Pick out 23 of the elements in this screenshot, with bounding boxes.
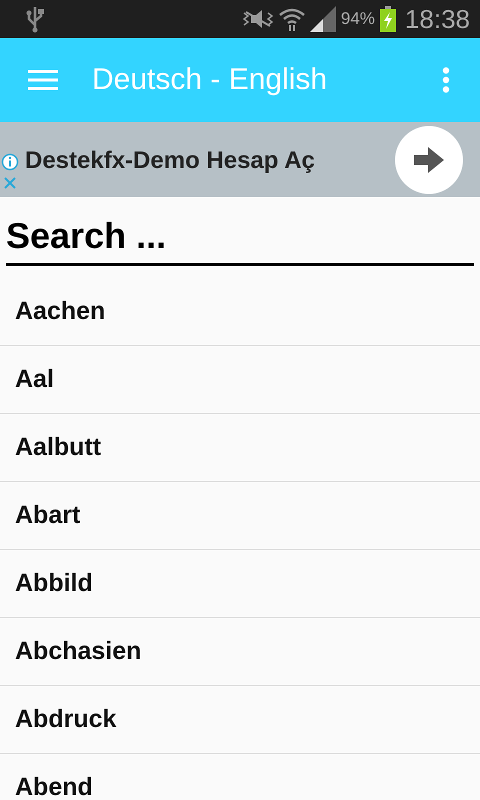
wifi-icon bbox=[278, 7, 305, 31]
word-item[interactable]: Aalbutt bbox=[0, 414, 480, 482]
clock: 18:38 bbox=[404, 4, 470, 34]
signal-icon bbox=[310, 6, 336, 32]
word-item[interactable]: Abend bbox=[0, 754, 480, 800]
usb-icon bbox=[26, 5, 44, 33]
mute-icon bbox=[242, 9, 274, 29]
arrow-icon bbox=[414, 146, 444, 172]
word-item[interactable]: Abdruck bbox=[0, 686, 480, 754]
search-field[interactable]: Search ... bbox=[6, 215, 474, 266]
app-title: Deutsch - English bbox=[92, 63, 328, 97]
battery-icon bbox=[380, 6, 396, 32]
battery-percent: 94% bbox=[340, 9, 375, 29]
ad-banner[interactable]: Destekfx-Demo Hesap Aç bbox=[0, 122, 480, 197]
word-item[interactable]: Abart bbox=[0, 482, 480, 550]
info-icon[interactable] bbox=[1, 152, 19, 170]
word-item[interactable]: Abbild bbox=[0, 550, 480, 618]
word-item[interactable]: Aachen bbox=[0, 278, 480, 346]
menu-icon[interactable] bbox=[28, 69, 58, 91]
word-item[interactable]: Aal bbox=[0, 346, 480, 414]
ad-text: Destekfx-Demo Hesap Aç bbox=[25, 146, 316, 174]
word-item[interactable]: Abchasien bbox=[0, 618, 480, 686]
more-options-icon[interactable] bbox=[442, 67, 450, 93]
